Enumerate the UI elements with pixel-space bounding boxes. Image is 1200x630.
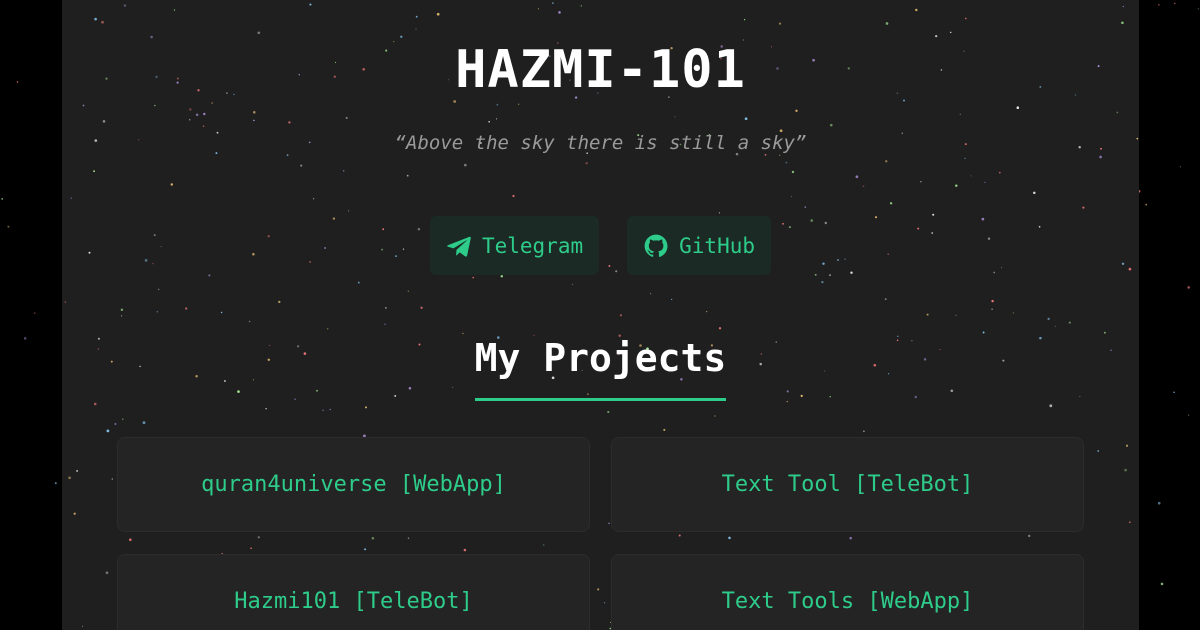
site-title: HAZMI-101 (455, 40, 746, 100)
social-links: Telegram GitHub (62, 216, 1139, 275)
telegram-icon (446, 233, 472, 259)
project-label: quran4universe [WebApp] (201, 472, 506, 497)
project-label: Hazmi101 [TeleBot] (234, 589, 473, 614)
projects-heading: My Projects (62, 336, 1139, 401)
github-label: GitHub (679, 233, 755, 258)
project-card-quran4universe[interactable]: quran4universe [WebApp] (117, 437, 590, 532)
project-card-text-tool[interactable]: Text Tool [TeleBot] (611, 437, 1084, 532)
project-card-hazmi101[interactable]: Hazmi101 [TeleBot] (117, 554, 590, 630)
telegram-link[interactable]: Telegram (429, 216, 600, 275)
github-link[interactable]: GitHub (627, 216, 771, 275)
tagline-quote: “Above the sky there is still a sky” (394, 132, 807, 154)
telegram-label: Telegram (481, 233, 584, 258)
github-icon (643, 233, 669, 259)
project-card-text-tools[interactable]: Text Tools [WebApp] (611, 554, 1084, 630)
projects-heading-text: My Projects (474, 336, 727, 401)
project-label: Text Tool [TeleBot] (721, 472, 974, 497)
project-label: Text Tools [WebApp] (721, 589, 974, 614)
main-panel: HAZMI-101 “Above the sky there is still … (62, 0, 1139, 630)
